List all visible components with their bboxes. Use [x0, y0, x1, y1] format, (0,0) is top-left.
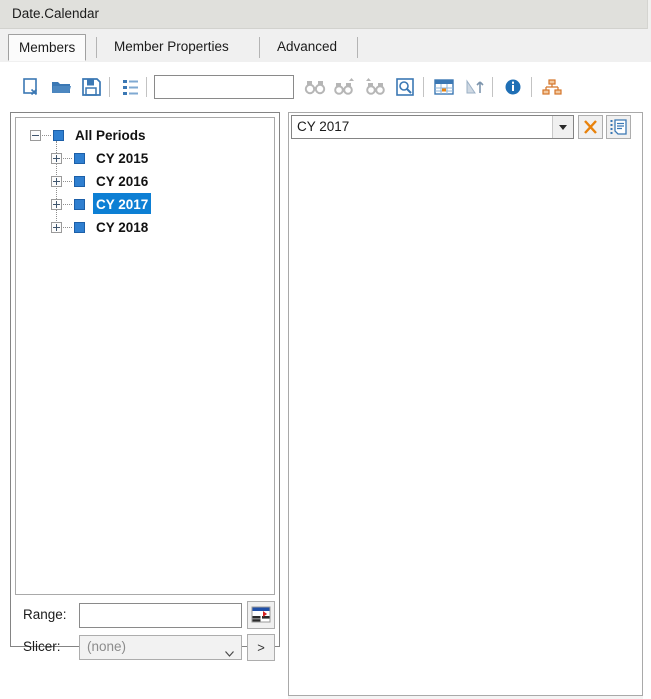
tree-label-cy-2015: CY 2015 — [96, 151, 149, 166]
sort-ascending-icon[interactable] — [461, 74, 487, 100]
tree-expander-cy-2018[interactable] — [51, 222, 62, 233]
slicer-apply-label: > — [257, 640, 265, 655]
slicer-value: (none) — [87, 639, 127, 654]
tab-divider-2 — [259, 37, 260, 58]
selection-panel: CY 2017 — [288, 112, 643, 696]
tree-label-all-periods: All Periods — [75, 128, 146, 143]
tree-connector — [63, 158, 72, 160]
tree-connector — [63, 227, 72, 229]
tree-row-cy-2018[interactable]: CY 2018 — [16, 216, 274, 239]
tab-member-properties-label: Member Properties — [114, 39, 229, 54]
new-document-icon[interactable] — [18, 74, 44, 100]
tab-advanced-label: Advanced — [277, 39, 338, 54]
tree-connector — [63, 204, 72, 206]
save-icon[interactable] — [78, 74, 104, 100]
tree-row-cy-2017[interactable]: CY 2017 — [16, 193, 274, 216]
toolbar — [8, 74, 643, 104]
chevron-down-icon — [225, 645, 234, 657]
tab-strip: Members Member Properties Advanced — [0, 29, 651, 62]
tree-label-cy-2018: CY 2018 — [96, 220, 149, 235]
selected-members-list[interactable] — [290, 140, 641, 694]
tree-row-cy-2016[interactable]: CY 2016 — [16, 170, 274, 193]
toolbar-divider-4 — [492, 77, 493, 97]
titlebar-right-edge — [647, 0, 651, 29]
toolbar-divider-1 — [109, 77, 110, 97]
info-icon[interactable] — [500, 74, 526, 100]
tab-members-label: Members — [19, 40, 76, 55]
hierarchy-icon[interactable] — [539, 74, 565, 100]
tree-node-icon — [74, 222, 85, 233]
toolbar-divider-5 — [531, 77, 532, 97]
search-input[interactable] — [155, 76, 293, 98]
tree-row-cy-2015[interactable]: CY 2015 — [16, 147, 274, 170]
range-input-wrapper[interactable] — [79, 603, 242, 628]
list-view-icon[interactable] — [117, 74, 143, 100]
tree-node-icon — [74, 176, 85, 187]
search-in-selection-icon[interactable] — [392, 74, 418, 100]
members-tree[interactable]: All Periods CY 2015 CY 2016 CY 2017 CY 2… — [15, 117, 275, 595]
range-label: Range: — [23, 607, 67, 622]
tree-expander-cy-2017[interactable] — [51, 199, 62, 210]
client-area: All Periods CY 2015 CY 2016 CY 2017 CY 2… — [0, 62, 651, 699]
tree-label-cy-2016: CY 2016 — [96, 174, 149, 189]
tree-expander-cy-2015[interactable] — [51, 153, 62, 164]
window-titlebar: Date.Calendar — [0, 0, 651, 29]
tree-expander-all-periods[interactable] — [30, 130, 41, 141]
members-panel: All Periods CY 2015 CY 2016 CY 2017 CY 2… — [10, 112, 280, 661]
open-folder-icon[interactable] — [48, 74, 74, 100]
toolbar-divider-3 — [423, 77, 424, 97]
tree-node-icon — [74, 153, 85, 164]
member-selection-window: Date.Calendar Members Member Properties … — [0, 0, 651, 699]
chevron-down-icon — [559, 125, 567, 130]
slicer-apply-button[interactable]: > — [247, 634, 275, 661]
tree-connector — [63, 181, 72, 183]
range-input[interactable] — [80, 604, 241, 627]
tab-divider-1 — [96, 37, 97, 58]
edit-list-icon[interactable] — [606, 115, 631, 139]
find-icon[interactable] — [302, 74, 328, 100]
tree-label-cy-2017: CY 2017 — [93, 193, 152, 214]
slicer-label: Slicer: — [23, 639, 61, 654]
tab-advanced[interactable]: Advanced — [267, 34, 348, 61]
tree-node-icon — [74, 199, 85, 210]
tree-connector — [42, 135, 51, 137]
tree-expander-cy-2016[interactable] — [51, 176, 62, 187]
tab-members[interactable]: Members — [8, 34, 86, 61]
selected-member-combobox[interactable]: CY 2017 — [291, 115, 574, 139]
tab-divider-3 — [357, 37, 358, 58]
tree-row-all-periods[interactable]: All Periods — [16, 124, 274, 147]
search-input-wrapper[interactable] — [154, 75, 294, 99]
calendar-grid-icon[interactable] — [431, 74, 457, 100]
slicer-select[interactable]: (none) — [79, 635, 242, 660]
window-title: Date.Calendar — [12, 6, 100, 21]
toolbar-divider-2 — [146, 77, 147, 97]
selected-member-value: CY 2017 — [297, 119, 350, 134]
clear-selection-button[interactable] — [578, 115, 603, 139]
tree-node-icon — [53, 130, 64, 141]
tab-member-properties[interactable]: Member Properties — [104, 34, 239, 61]
find-previous-icon[interactable] — [362, 74, 388, 100]
combo-dropdown-button[interactable] — [552, 116, 573, 138]
find-next-icon[interactable] — [332, 74, 358, 100]
range-picker-icon[interactable] — [247, 601, 275, 629]
